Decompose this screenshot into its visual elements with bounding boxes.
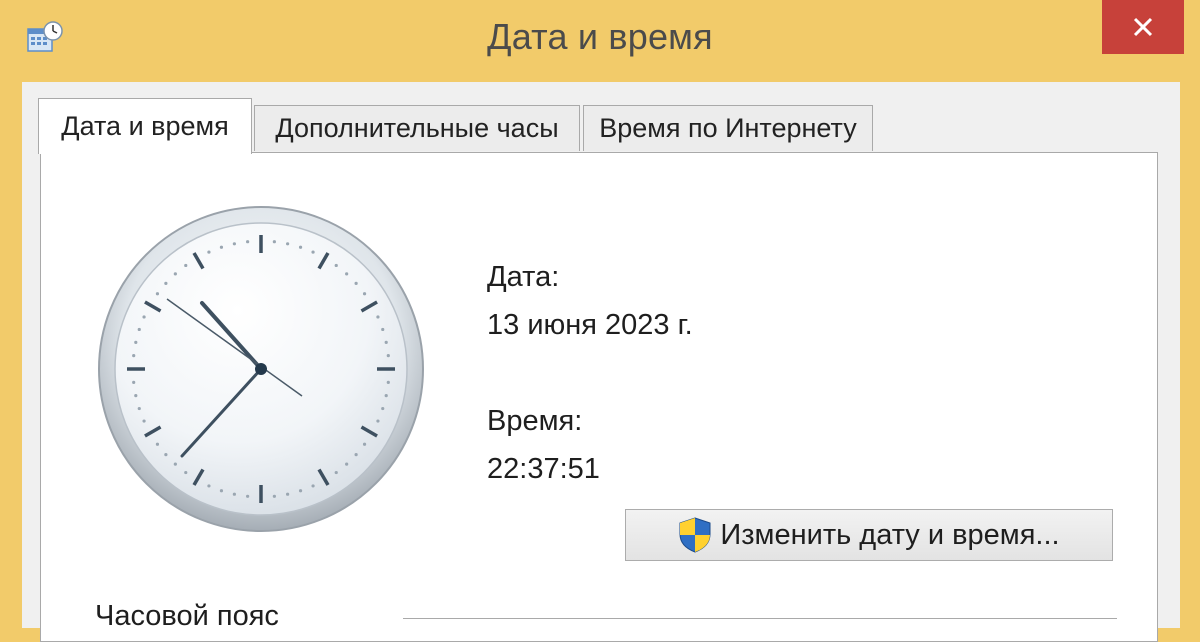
divider xyxy=(403,618,1117,619)
timezone-section-label: Часовой пояс xyxy=(95,600,279,632)
close-button[interactable] xyxy=(1102,0,1184,54)
dialog-body: Дата и время Дополнительные часы Время п… xyxy=(22,82,1180,642)
date-label: Дата: xyxy=(487,261,560,293)
analog-clock xyxy=(98,206,424,532)
date-value: 13 июня 2023 г. xyxy=(487,309,693,341)
tab-label: Время по Интернету xyxy=(599,113,857,143)
time-value: 22:37:51 xyxy=(487,453,600,485)
tab-internet-time[interactable]: Время по Интернету xyxy=(583,105,873,151)
tab-label: Дата и время xyxy=(61,111,229,141)
close-icon xyxy=(1133,17,1153,37)
tab-panel: Дата: 13 июня 2023 г. Время: 22:37:51 Из… xyxy=(40,152,1158,642)
change-date-time-button[interactable]: Изменить дату и время... xyxy=(625,509,1113,561)
uac-shield-icon xyxy=(679,517,711,553)
change-button-label: Изменить дату и время... xyxy=(720,518,1060,551)
tab-date-and-time[interactable]: Дата и время xyxy=(38,98,252,154)
tab-label: Дополнительные часы xyxy=(275,113,559,143)
title-bar: Дата и время xyxy=(0,0,1200,82)
time-label: Время: xyxy=(487,405,583,437)
window-title: Дата и время xyxy=(487,16,713,57)
tab-additional-clocks[interactable]: Дополнительные часы xyxy=(254,105,580,151)
